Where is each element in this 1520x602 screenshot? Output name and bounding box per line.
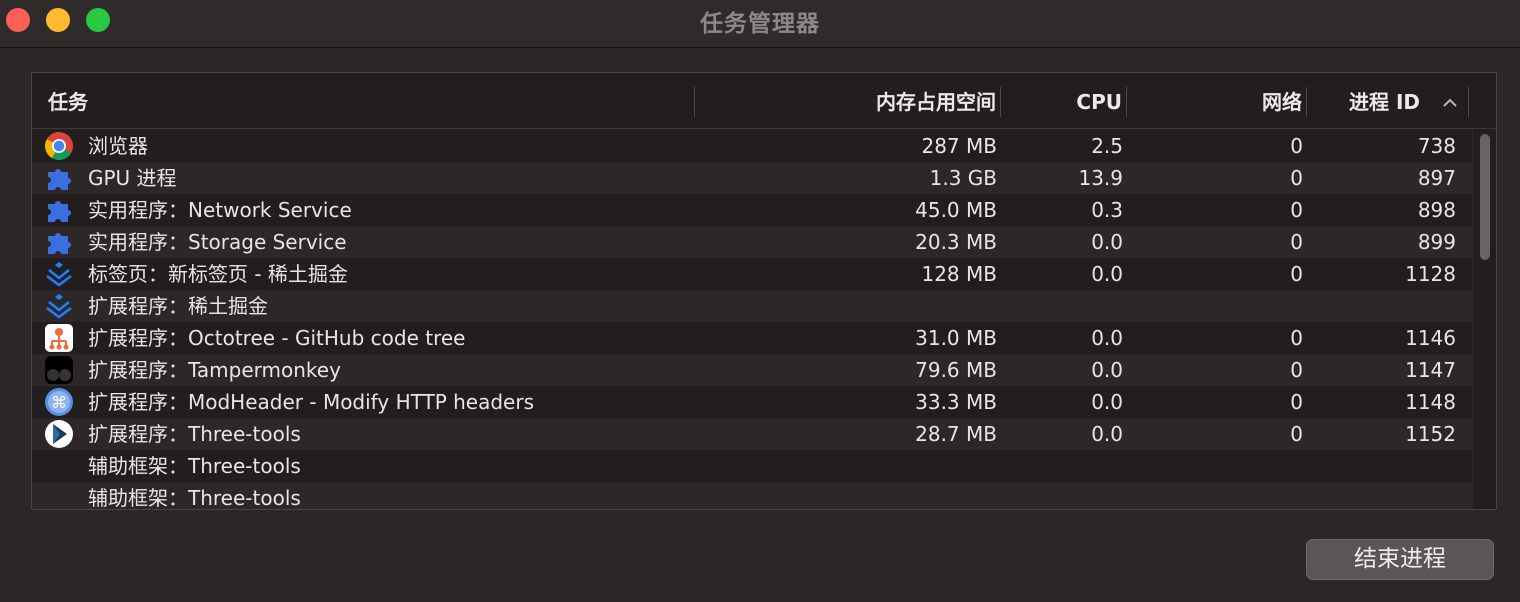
- pid-value: 1148: [1405, 390, 1456, 414]
- end-process-button[interactable]: 结束进程: [1306, 539, 1494, 580]
- window-title: 任务管理器: [700, 11, 820, 37]
- table-row[interactable]: 实用程序：Network Service 45.0 MB 0.3 0 898: [32, 194, 1472, 226]
- table-row[interactable]: 扩展程序：Octotree - GitHub code tree 31.0 MB 0…: [32, 322, 1472, 354]
- pid-value: 1146: [1405, 326, 1456, 350]
- svg-text:⌘: ⌘: [51, 393, 67, 412]
- puzzle-icon: [44, 195, 74, 225]
- pid-value: 738: [1417, 134, 1456, 158]
- cpu-value: 2.5: [1091, 134, 1123, 158]
- column-header-network[interactable]: 网络: [1262, 73, 1302, 129]
- table-row[interactable]: 扩展程序：Tampermonkey 79.6 MB 0.0 0 1147: [32, 354, 1472, 386]
- cpu-value: 0.0: [1091, 422, 1123, 446]
- table-row[interactable]: 辅助框架：Three-tools: [32, 450, 1472, 482]
- network-value: 0: [1290, 422, 1303, 446]
- column-divider: [1468, 87, 1469, 117]
- column-header-memory[interactable]: 内存占用空间: [876, 73, 996, 129]
- cpu-value: 13.9: [1078, 166, 1123, 190]
- table-row[interactable]: ⌘ 扩展程序：ModHeader - Modify HTTP headers 33.…: [32, 386, 1472, 418]
- network-value: 0: [1290, 358, 1303, 382]
- cpu-value: 0.3: [1091, 198, 1123, 222]
- column-header-task[interactable]: 任务: [48, 73, 88, 129]
- tampermonkey-icon: [44, 355, 74, 385]
- cpu-value: 0.0: [1091, 230, 1123, 254]
- network-value: 0: [1290, 262, 1303, 286]
- column-divider[interactable]: [1306, 87, 1307, 117]
- cpu-value: 0.0: [1091, 326, 1123, 350]
- pid-value: 1152: [1405, 422, 1456, 446]
- column-divider[interactable]: [1000, 87, 1001, 117]
- network-value: 0: [1290, 134, 1303, 158]
- task-name: 扩展程序：Three-tools: [88, 422, 301, 446]
- memory-value: 79.6 MB: [915, 358, 997, 382]
- task-name: 辅助框架：Three-tools: [88, 486, 301, 510]
- puzzle-icon: [44, 227, 74, 257]
- task-name: 扩展程序：Tampermonkey: [88, 358, 341, 382]
- table-row[interactable]: 扩展程序：Three-tools 28.7 MB 0.0 0 1152: [32, 418, 1472, 450]
- task-name: 辅助框架：Three-tools: [88, 454, 301, 478]
- memory-value: 128 MB: [921, 262, 997, 286]
- scrollbar-thumb[interactable]: [1480, 134, 1490, 260]
- memory-value: 287 MB: [921, 134, 997, 158]
- table-row[interactable]: 浏览器 287 MB 2.5 0 738: [32, 130, 1472, 162]
- juejin-icon: [44, 291, 74, 321]
- pid-value: 897: [1417, 166, 1456, 190]
- memory-value: 1.3 GB: [929, 166, 997, 190]
- cpu-value: 0.0: [1091, 358, 1123, 382]
- pid-value: 899: [1417, 230, 1456, 254]
- task-name: 扩展程序：Octotree - GitHub code tree: [88, 326, 466, 350]
- column-divider[interactable]: [694, 87, 695, 117]
- cpu-value: 0.0: [1091, 262, 1123, 286]
- cpu-value: 0.0: [1091, 390, 1123, 414]
- process-table: 任务 内存占用空间 CPU 网络 进程 ID 浏览器 287 MB 2.5 0 738 G…: [31, 72, 1497, 510]
- pid-value: 1147: [1405, 358, 1456, 382]
- network-value: 0: [1290, 230, 1303, 254]
- network-value: 0: [1290, 166, 1303, 190]
- table-row[interactable]: 扩展程序：稀土掘金: [32, 290, 1472, 322]
- network-value: 0: [1290, 198, 1303, 222]
- table-row[interactable]: GPU 进程 1.3 GB 13.9 0 897: [32, 162, 1472, 194]
- threetools-icon: [44, 419, 74, 449]
- task-name: 扩展程序：稀土掘金: [88, 294, 268, 318]
- juejin-icon: [44, 259, 74, 289]
- task-name: 扩展程序：ModHeader - Modify HTTP headers: [88, 390, 534, 414]
- puzzle-icon: [44, 163, 74, 193]
- table-body: 浏览器 287 MB 2.5 0 738 GPU 进程 1.3 GB 13.9 0 897 实用程序…: [32, 130, 1472, 510]
- network-value: 0: [1290, 390, 1303, 414]
- sort-ascending-icon[interactable]: [1442, 73, 1458, 129]
- title-bar: 任务管理器: [0, 0, 1520, 48]
- memory-value: 33.3 MB: [915, 390, 997, 414]
- task-name: 浏览器: [88, 134, 148, 158]
- memory-value: 45.0 MB: [915, 198, 997, 222]
- column-divider[interactable]: [1126, 87, 1127, 117]
- octotree-icon: [44, 323, 74, 353]
- column-header-cpu[interactable]: CPU: [1076, 73, 1122, 129]
- task-name: 实用程序：Storage Service: [88, 230, 347, 254]
- task-name: GPU 进程: [88, 166, 177, 190]
- table-row[interactable]: 实用程序：Storage Service 20.3 MB 0.0 0 899: [32, 226, 1472, 258]
- column-header-pid[interactable]: 进程 ID: [1349, 73, 1420, 129]
- memory-value: 31.0 MB: [915, 326, 997, 350]
- memory-value: 20.3 MB: [915, 230, 997, 254]
- chrome-icon: [44, 131, 74, 161]
- task-name: 实用程序：Network Service: [88, 198, 352, 222]
- modheader-icon: ⌘: [44, 387, 74, 417]
- pid-value: 1128: [1405, 262, 1456, 286]
- table-row[interactable]: 辅助框架：Three-tools: [32, 482, 1472, 510]
- table-row[interactable]: 标签页：新标签页 - 稀土掘金 128 MB 0.0 0 1128: [32, 258, 1472, 290]
- memory-value: 28.7 MB: [915, 422, 997, 446]
- task-name: 标签页：新标签页 - 稀土掘金: [88, 262, 348, 286]
- pid-value: 898: [1417, 198, 1456, 222]
- table-header: 任务 内存占用空间 CPU 网络 进程 ID: [32, 73, 1496, 129]
- network-value: 0: [1290, 326, 1303, 350]
- scrollbar-track[interactable]: [1472, 130, 1496, 509]
